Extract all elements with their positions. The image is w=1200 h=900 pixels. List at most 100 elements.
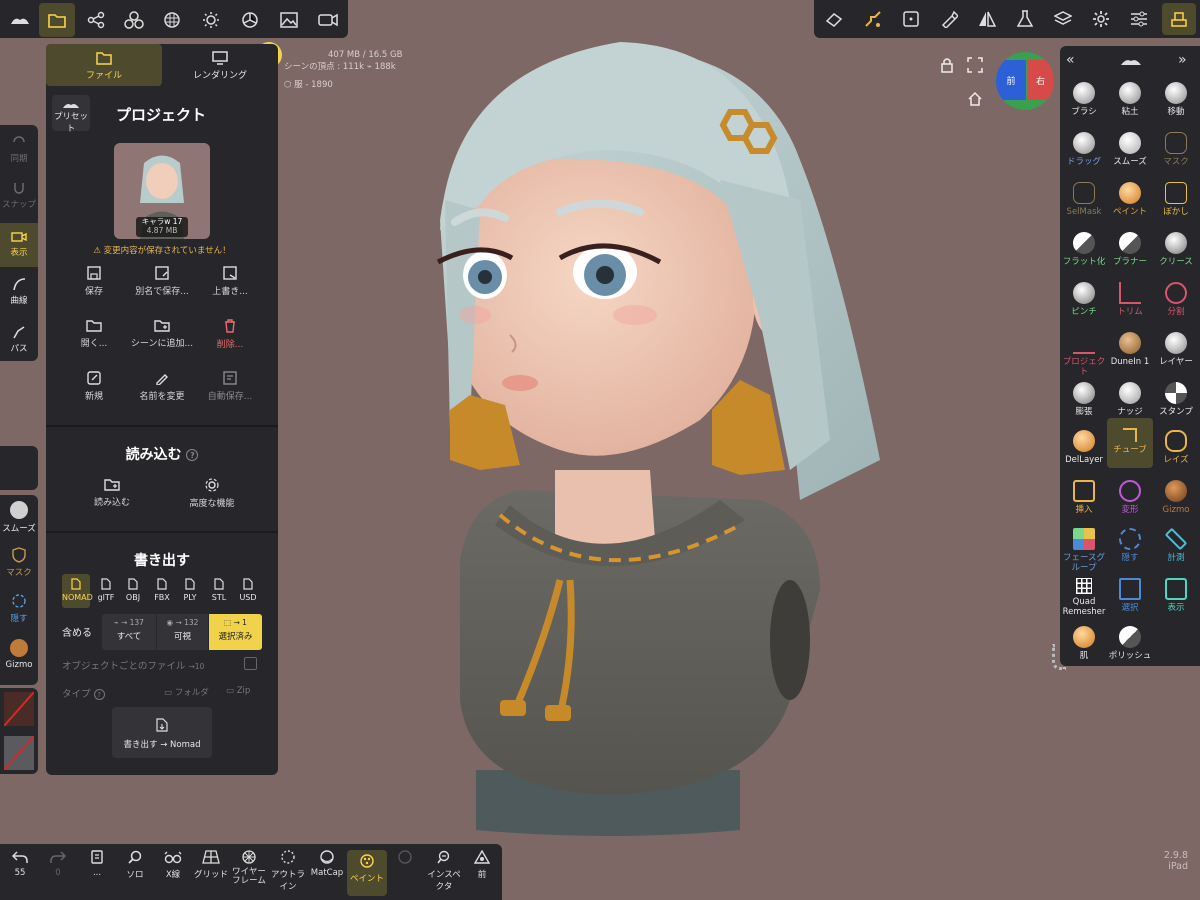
tool-brush[interactable]: ブラシ xyxy=(1061,78,1107,124)
view-cube-right[interactable]: 右 xyxy=(1027,60,1054,100)
path-button[interactable]: パス xyxy=(0,325,38,354)
collapse-left-icon[interactable]: « xyxy=(1066,52,1075,68)
tool-stamp[interactable]: スタンプ xyxy=(1153,378,1199,424)
mask-button[interactable]: マスク xyxy=(0,547,38,578)
autosave-button[interactable]: 自動保存... xyxy=(194,371,266,411)
home-icon[interactable] xyxy=(966,90,984,108)
tool-trim[interactable]: トリム xyxy=(1107,278,1153,324)
tool-select[interactable]: 選択 xyxy=(1107,574,1153,620)
undo-button[interactable]: 55 xyxy=(0,850,40,878)
tab-file[interactable]: ファイル xyxy=(46,44,162,86)
advanced-button[interactable]: 高度な機能 xyxy=(176,478,248,518)
rename-button[interactable]: 名前を変更 xyxy=(126,371,198,411)
tool-clay[interactable]: 粘土 xyxy=(1107,78,1153,124)
tube-tool-icon[interactable] xyxy=(856,3,890,35)
symmetry-icon[interactable] xyxy=(970,3,1004,35)
scene-graph-icon[interactable] xyxy=(78,3,114,37)
format-fbx[interactable]: FBX xyxy=(148,574,176,608)
collapse-right-icon[interactable]: » xyxy=(1178,52,1187,68)
format-obj[interactable]: OBJ xyxy=(119,574,147,608)
tool-hide[interactable]: 隠す xyxy=(1107,524,1153,570)
tool-flatten[interactable]: フラット化 xyxy=(1061,228,1107,274)
camera-icon[interactable] xyxy=(310,3,346,37)
tool-smooth[interactable]: スムーズ xyxy=(1107,128,1153,174)
tool-skin[interactable]: 肌 xyxy=(1061,622,1107,668)
tab-rendering[interactable]: レンダリング xyxy=(162,44,278,86)
zip-option[interactable]: ▭ Zip xyxy=(226,686,250,696)
flask-icon[interactable] xyxy=(1008,3,1042,35)
fullscreen-icon[interactable] xyxy=(966,56,984,74)
include-all-button[interactable]: ⌁ → 137 すべて xyxy=(102,614,156,650)
tool-paint[interactable]: ペイント xyxy=(1107,178,1153,224)
tool-layer[interactable]: レイヤー xyxy=(1153,328,1199,374)
paint-button[interactable]: ペイント xyxy=(347,850,387,896)
lock-icon[interactable] xyxy=(938,56,956,74)
per-object-checkbox[interactable] xyxy=(244,657,257,670)
tool-tube[interactable]: チューブ xyxy=(1107,418,1153,468)
light-icon[interactable] xyxy=(193,3,229,37)
include-selected-button[interactable]: ⬚ → 1 選択済み xyxy=(209,614,262,650)
tool-blur[interactable]: ぼかし xyxy=(1153,178,1199,224)
tool-polish[interactable]: ポリッシュ xyxy=(1107,622,1153,668)
overwrite-button[interactable]: 上書き... xyxy=(194,266,266,306)
folder-option[interactable]: ▭ フォルダ xyxy=(164,686,209,698)
format-usd[interactable]: USD xyxy=(234,574,262,608)
snap-button[interactable]: スナップ xyxy=(0,181,38,210)
tool-selmask[interactable]: SelMask xyxy=(1061,178,1107,224)
import-button[interactable]: 読み込む xyxy=(76,478,148,518)
tool-split[interactable]: 分割 xyxy=(1153,278,1199,324)
color-swatch-secondary[interactable] xyxy=(4,736,34,770)
smooth-button[interactable]: スムーズ xyxy=(0,501,38,534)
tool-pinch[interactable]: ピンチ xyxy=(1061,278,1107,324)
view-cube[interactable]: 前 右 xyxy=(996,52,1054,110)
sliders-icon[interactable] xyxy=(1122,3,1156,35)
tool-measure[interactable]: 計測 xyxy=(1153,524,1199,570)
redo-button[interactable]: 0 xyxy=(38,850,78,878)
folder-icon[interactable] xyxy=(39,3,75,37)
tool-quad-remesher[interactable]: Quad Remesher xyxy=(1061,574,1107,620)
postprocess-icon[interactable] xyxy=(232,3,268,37)
project-thumbnail[interactable]: キャラw 17 4.87 MB xyxy=(114,143,210,239)
settings-gear-icon[interactable] xyxy=(1084,3,1118,35)
include-visible-button[interactable]: ◉ → 132 可視 xyxy=(157,614,208,650)
inspector-button[interactable]: インスペクタ xyxy=(424,850,464,892)
add-to-scene-button[interactable]: シーンに追加... xyxy=(126,319,198,359)
primitives-icon[interactable] xyxy=(116,3,152,37)
tool-mask[interactable]: マスク xyxy=(1153,128,1199,174)
save-button[interactable]: 保存 xyxy=(58,266,130,306)
layers-icon[interactable] xyxy=(1046,3,1080,35)
tool-facegroup[interactable]: フェースグループ xyxy=(1061,524,1107,573)
tool-move[interactable]: 移動 xyxy=(1153,78,1199,124)
more-button[interactable]: ... xyxy=(77,850,117,878)
tool-drag[interactable]: ドラッグ xyxy=(1061,128,1107,174)
tool-tray-icon[interactable] xyxy=(1162,3,1196,35)
open-button[interactable]: 開く... xyxy=(58,319,130,359)
eraser-icon[interactable] xyxy=(817,3,851,35)
blank-button[interactable] xyxy=(385,850,425,868)
tool-inflate[interactable]: 膨張 xyxy=(1061,378,1107,424)
front-view-button[interactable]: 前 xyxy=(462,850,502,880)
matcap-button[interactable]: MatCap xyxy=(307,850,347,878)
save-as-button[interactable]: 別名で保存... xyxy=(126,266,198,306)
resize-handle[interactable] xyxy=(1052,644,1066,670)
gizmo-button[interactable]: Gizmo xyxy=(0,639,38,670)
xray-button[interactable]: X線 xyxy=(153,850,193,880)
tool-view[interactable]: 表示 xyxy=(1153,574,1199,620)
help-icon[interactable]: ? xyxy=(93,689,105,700)
paint-pen-icon[interactable] xyxy=(932,3,966,35)
format-nomad[interactable]: NOMAD xyxy=(62,574,93,608)
format-stl[interactable]: STL xyxy=(205,574,233,608)
tool-project[interactable]: プロジェクト xyxy=(1061,328,1107,377)
wireframe-button[interactable]: ワイヤーフレーム xyxy=(229,850,269,886)
tool-insert[interactable]: 挿入 xyxy=(1061,476,1107,522)
format-ply[interactable]: PLY xyxy=(176,574,204,608)
dice-icon[interactable] xyxy=(894,3,928,35)
tool-crease[interactable]: クリース xyxy=(1153,228,1199,274)
solo-button[interactable]: ソロ xyxy=(115,850,155,880)
hide-button[interactable]: 隠す xyxy=(0,593,38,624)
tool-dunein[interactable]: DuneIn 1 xyxy=(1107,328,1153,374)
outline-button[interactable]: アウトライン xyxy=(268,850,308,892)
view-cube-front[interactable]: 前 xyxy=(996,60,1026,100)
tool-gizmo[interactable]: Gizmo xyxy=(1153,476,1199,522)
nomad-logo-icon[interactable] xyxy=(2,3,38,37)
